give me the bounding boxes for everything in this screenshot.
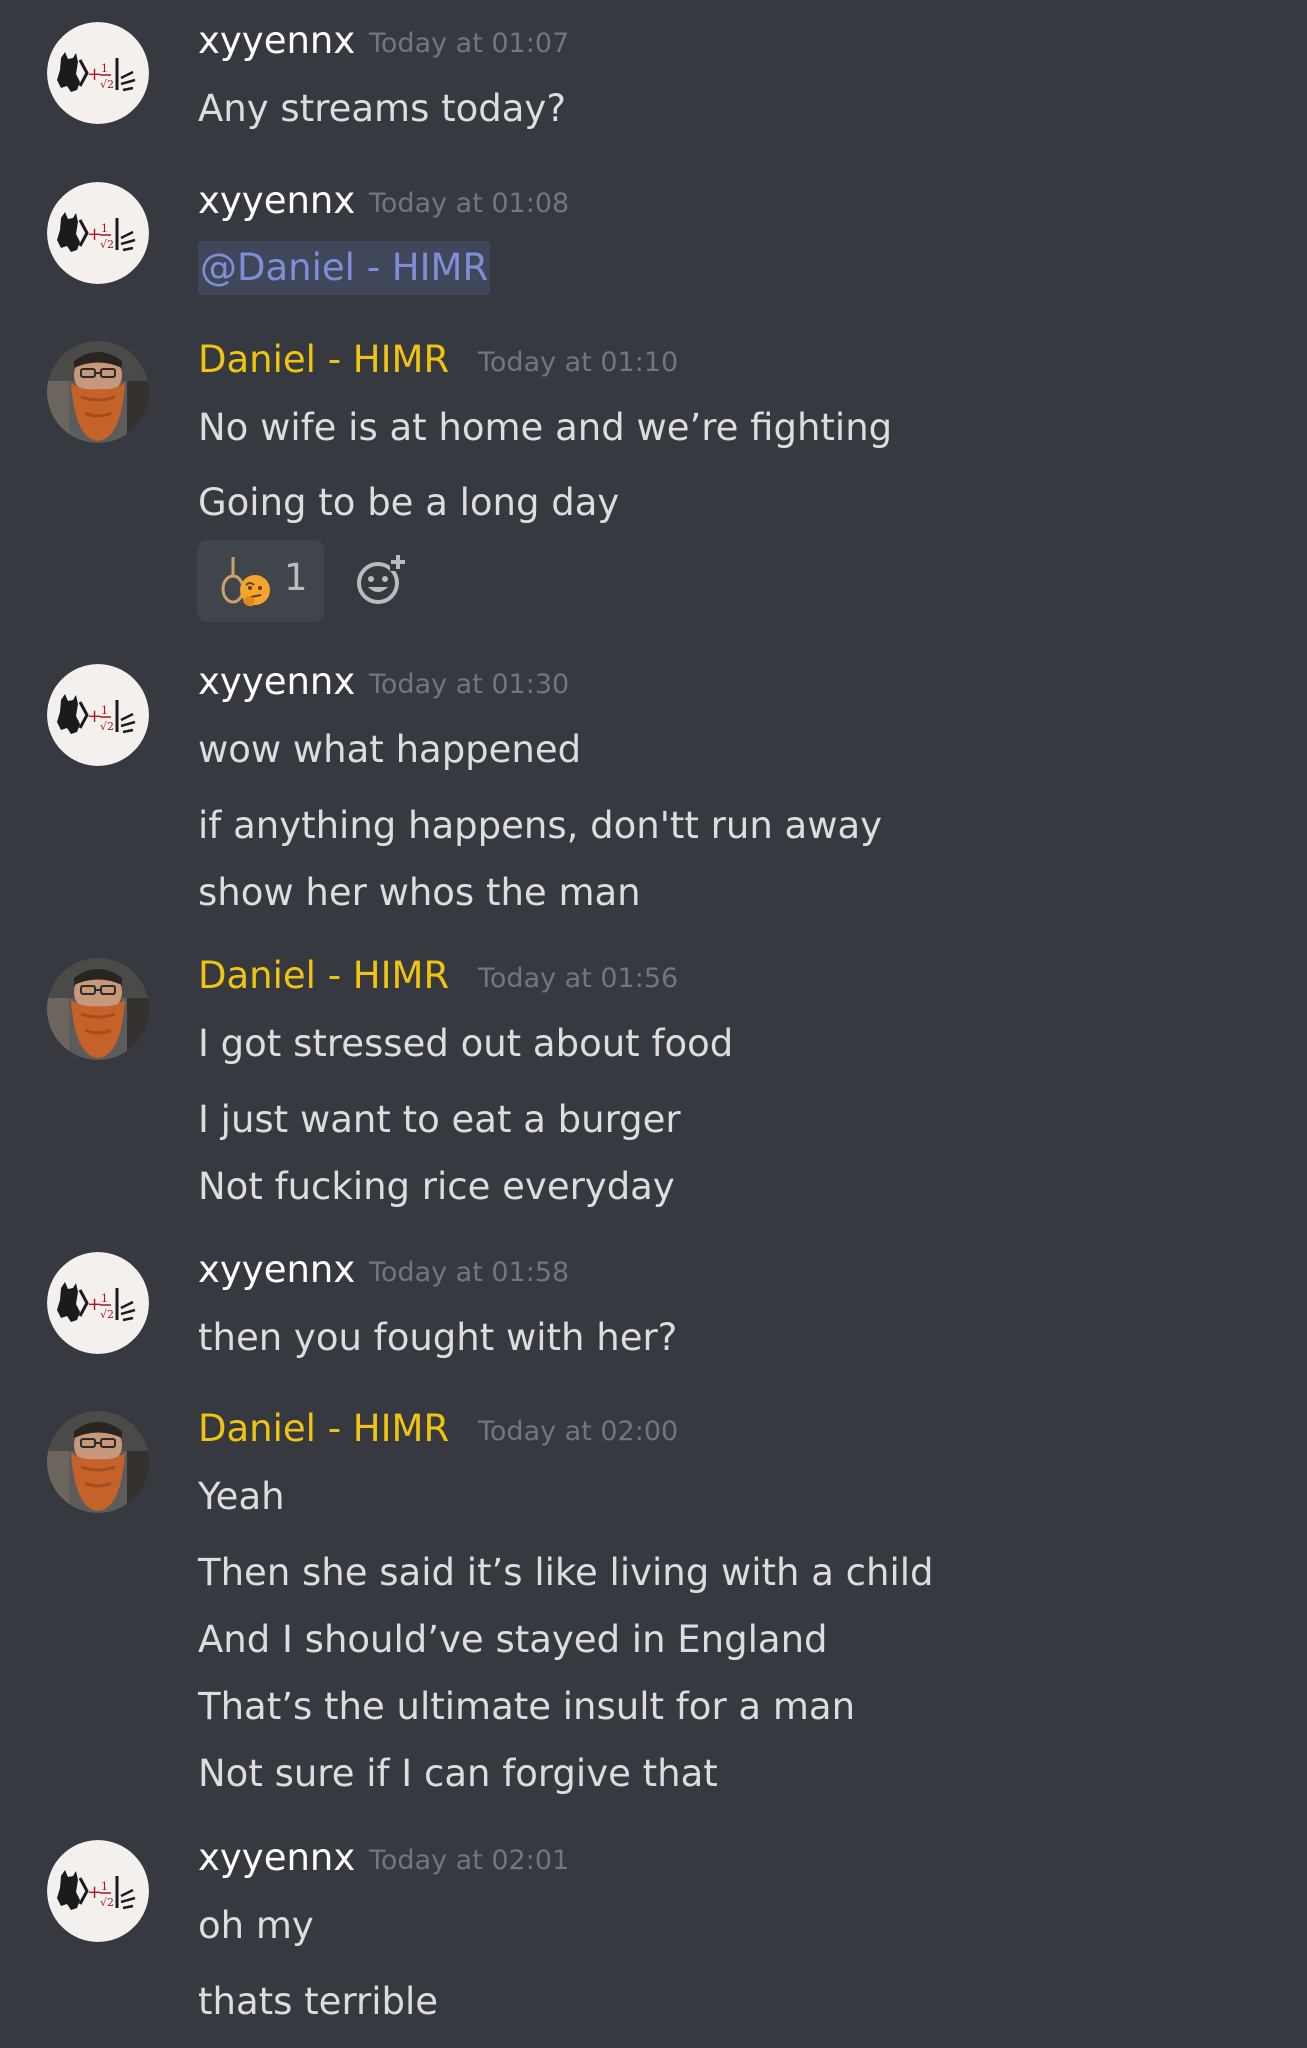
svg-text:√2: √2 <box>100 720 114 733</box>
message-line: And I should’ve stayed in England <box>198 1618 828 1661</box>
message-author[interactable]: Daniel - HIMR <box>198 1407 449 1451</box>
svg-text:1: 1 <box>101 704 108 717</box>
message-line: show her whos the man <box>198 871 641 914</box>
message-timestamp: Today at 01:58 <box>369 1257 570 1288</box>
svg-text:1: 1 <box>101 62 108 75</box>
message-timestamp: Today at 01:30 <box>369 669 570 700</box>
avatar-daniel[interactable] <box>47 341 149 443</box>
message-line: if anything happens, don'tt run away <box>198 804 883 847</box>
message-line: No wife is at home and we’re fighting <box>198 406 893 449</box>
noose-thinking-face-icon <box>217 557 273 607</box>
message-line: oh my <box>198 1904 314 1947</box>
message-line: I got stressed out about food <box>198 1022 734 1065</box>
svg-text:1: 1 <box>101 222 108 235</box>
message-author[interactable]: xyyennx <box>198 179 355 223</box>
message-line: then you fought with her? <box>198 1316 678 1359</box>
message-line: Not sure if I can forgive that <box>198 1752 718 1795</box>
message-line: Any streams today? <box>198 87 566 130</box>
message-timestamp: Today at 02:01 <box>369 1845 570 1876</box>
reaction-pill[interactable]: 1 <box>197 540 324 622</box>
message-author[interactable]: xyyennx <box>198 660 355 704</box>
message-timestamp: Today at 02:00 <box>478 1416 679 1447</box>
avatar-xyyennx[interactable]: + 1 √2 <box>47 1840 149 1942</box>
message-author[interactable]: xyyennx <box>198 1248 355 1292</box>
message-timestamp: Today at 01:07 <box>369 28 570 59</box>
message-line: Going to be a long day <box>198 481 620 524</box>
message-timestamp: Today at 01:10 <box>478 347 679 378</box>
message-line: I just want to eat a burger <box>198 1098 681 1141</box>
avatar-xyyennx[interactable]: + 1 √2 <box>47 182 149 284</box>
message-author[interactable]: xyyennx <box>198 1836 355 1880</box>
message-line: Yeah <box>198 1475 285 1518</box>
message-line: wow what happened <box>198 728 582 771</box>
message-timestamp: Today at 01:08 <box>369 188 570 219</box>
avatar-daniel[interactable] <box>47 1411 149 1513</box>
svg-text:1: 1 <box>101 1292 108 1305</box>
message-timestamp: Today at 01:56 <box>478 963 679 994</box>
avatar-xyyennx[interactable]: + 1 √2 <box>47 1252 149 1354</box>
message-line: Not fucking rice everyday <box>198 1165 675 1208</box>
chat-message-list: + 1 √2 xyyennx Today at 01:07 Any stream… <box>0 0 1307 2048</box>
message-line: thats terrible <box>198 1980 439 2023</box>
message-line: Then she said it’s like living with a ch… <box>198 1551 934 1594</box>
message-author[interactable]: xyyennx <box>198 19 355 63</box>
avatar-xyyennx[interactable]: + 1 √2 <box>47 22 149 124</box>
svg-text:√2: √2 <box>100 1308 114 1321</box>
user-mention[interactable]: @Daniel - HIMR <box>198 241 491 295</box>
avatar-daniel[interactable] <box>47 958 149 1060</box>
message-author[interactable]: Daniel - HIMR <box>198 954 449 998</box>
message-author[interactable]: Daniel - HIMR <box>198 338 449 382</box>
svg-text:√2: √2 <box>100 1896 114 1909</box>
avatar-xyyennx[interactable]: + 1 √2 <box>47 664 149 766</box>
svg-text:1: 1 <box>101 1880 108 1893</box>
svg-text:√2: √2 <box>100 78 114 91</box>
message-line: That’s the ultimate insult for a man <box>198 1685 856 1728</box>
svg-text:√2: √2 <box>100 238 114 251</box>
reaction-count: 1 <box>284 556 308 599</box>
add-reaction-icon[interactable] <box>354 553 408 607</box>
